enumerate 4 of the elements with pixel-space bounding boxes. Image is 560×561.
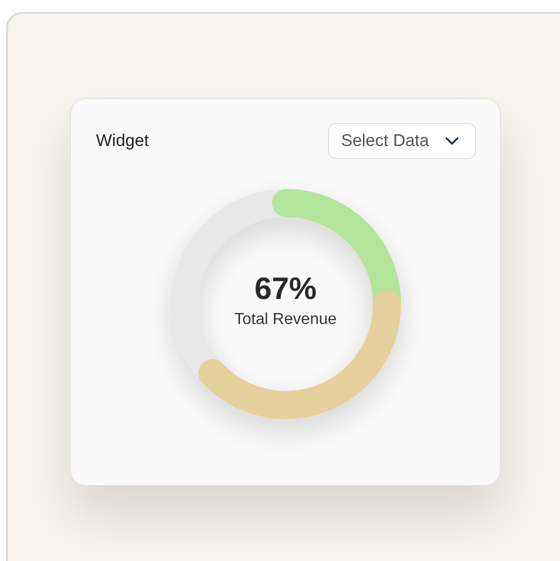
ring-value: 67% — [254, 270, 317, 308]
ring-caption: Total Revenue — [234, 310, 337, 330]
select-data-dropdown[interactable]: Select Data — [328, 123, 476, 159]
widget-title: Widget — [96, 130, 149, 152]
